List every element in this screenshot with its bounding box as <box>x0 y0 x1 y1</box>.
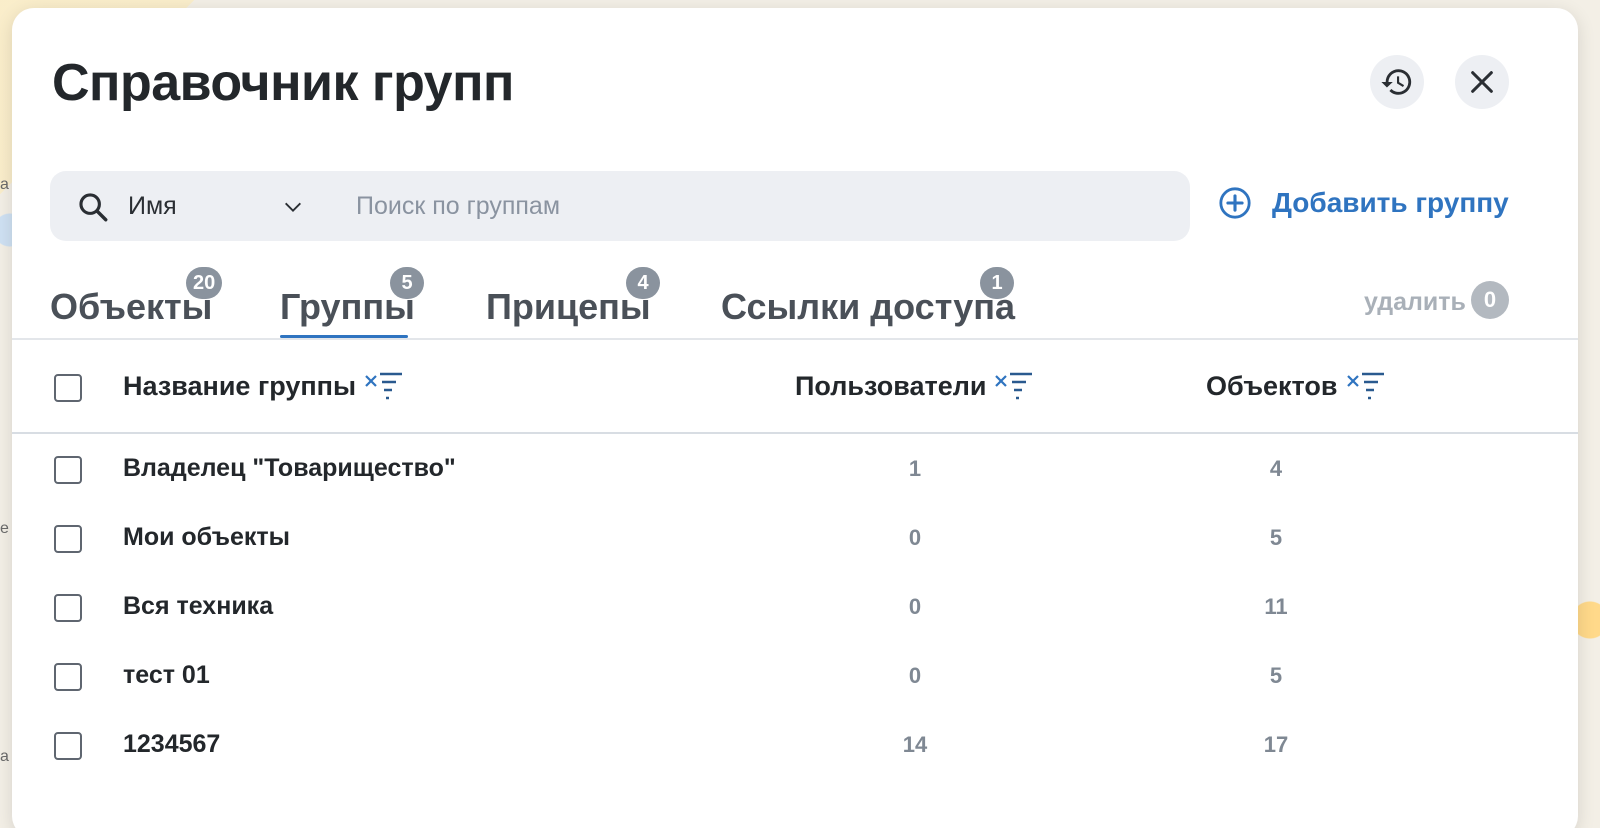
row-checkbox[interactable] <box>54 732 82 760</box>
row-checkbox[interactable] <box>54 594 82 622</box>
column-header-users: Пользователи <box>795 370 1036 402</box>
row-checkbox[interactable] <box>54 525 82 553</box>
close-icon <box>1471 71 1493 93</box>
group-name: Вся техника <box>123 592 274 620</box>
column-label: Объектов <box>1206 370 1338 401</box>
select-all-checkbox[interactable] <box>54 374 82 402</box>
tab-label: Ссылки доступа <box>721 286 1016 327</box>
column-label: Пользователи <box>795 370 987 401</box>
search-field-value: Имя <box>128 191 177 220</box>
column-header-objects: Объектов <box>1206 370 1388 402</box>
group-name: Мои объекты <box>123 523 291 551</box>
users-count: 0 <box>908 663 922 688</box>
objects-count: 11 <box>1264 594 1288 619</box>
groups-dialog: Справочник групп Имя Добавить группу <box>12 8 1578 828</box>
table-row[interactable]: Владелец "Товарищество" 1 4 <box>12 436 1578 505</box>
table-row[interactable]: Мои объекты 0 5 <box>12 505 1578 574</box>
table-header: Название группы Пользователи Объектов <box>12 340 1578 432</box>
objects-count: 17 <box>1263 732 1289 757</box>
sort-filter-icon[interactable] <box>1344 370 1388 402</box>
tab-access-links[interactable]: Ссылки доступа <box>721 286 1015 328</box>
row-checkbox[interactable] <box>54 456 82 484</box>
users-count: 14 <box>902 732 928 757</box>
tab-trailers-badge: 4 <box>626 267 660 299</box>
objects-count: 5 <box>1269 525 1283 550</box>
users-count: 0 <box>908 594 922 619</box>
table-row[interactable]: тест 01 0 5 <box>12 643 1578 712</box>
column-label: Название группы <box>123 370 357 401</box>
table-row[interactable]: 1234567 14 17 <box>12 712 1578 781</box>
sort-filter-icon[interactable] <box>362 370 406 402</box>
delete-count-badge: 0 <box>1471 281 1509 319</box>
page-title: Справочник групп <box>52 54 514 112</box>
tab-label: Прицепы <box>486 286 651 327</box>
plus-circle-icon <box>1219 187 1251 219</box>
history-button[interactable] <box>1370 55 1424 109</box>
search-bar: Имя <box>50 171 1190 241</box>
table-row[interactable]: Вся техника 0 11 <box>12 574 1578 643</box>
history-icon <box>1381 69 1412 95</box>
tab-groups-badge: 5 <box>390 267 424 299</box>
users-count: 0 <box>908 525 922 550</box>
group-name: Владелец "Товарищество" <box>123 454 456 482</box>
tab-trailers[interactable]: Прицепы <box>486 286 651 328</box>
add-group-button[interactable]: Добавить группу <box>1218 186 1509 220</box>
search-field-select[interactable]: Имя <box>128 171 328 241</box>
users-count: 1 <box>908 456 922 481</box>
divider <box>12 432 1578 434</box>
tab-access-links-badge: 1 <box>980 267 1014 299</box>
row-checkbox[interactable] <box>54 663 82 691</box>
group-name: 1234567 <box>123 730 221 758</box>
column-header-name: Название группы <box>123 370 406 402</box>
group-name: тест 01 <box>123 661 210 689</box>
close-button[interactable] <box>1455 55 1509 109</box>
sort-filter-icon[interactable] <box>992 370 1036 402</box>
tab-objects-badge: 20 <box>186 267 223 299</box>
delete-button[interactable]: удалить <box>1364 288 1466 317</box>
search-input[interactable] <box>356 181 1156 231</box>
search-icon <box>79 193 108 222</box>
objects-count: 4 <box>1269 456 1283 481</box>
chevron-down-icon <box>285 202 301 212</box>
add-group-label: Добавить группу <box>1272 187 1509 218</box>
objects-count: 5 <box>1269 663 1283 688</box>
